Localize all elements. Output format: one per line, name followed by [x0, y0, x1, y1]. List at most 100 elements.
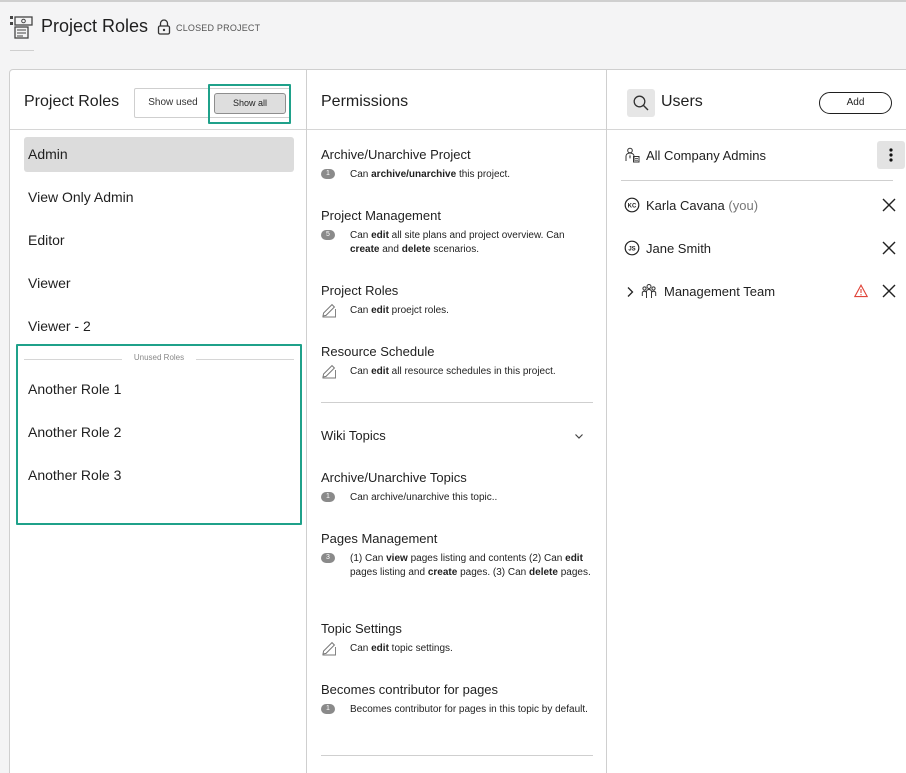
permission-title: Topic Settings	[321, 621, 402, 636]
all-company-admins-label: All Company Admins	[646, 148, 766, 163]
svg-text:KC: KC	[628, 203, 637, 209]
count-badge: 1	[321, 704, 335, 714]
permission-description: 1 Can archive/unarchive this topic..	[321, 491, 593, 505]
role-item-editor[interactable]: Editor	[24, 223, 294, 258]
user-name-text: Karla Cavana	[646, 198, 725, 213]
text-bold: edit	[371, 643, 389, 654]
text: pages.	[557, 567, 591, 578]
user-name: Jane Smith	[646, 241, 712, 256]
permission-title: Pages Management	[321, 531, 438, 546]
remove-user-button[interactable]	[881, 283, 897, 299]
text-bold: create	[427, 567, 458, 578]
count-badge: 5	[321, 230, 335, 240]
permissions-panel: Permissions Archive/Unarchive Project 1 …	[306, 69, 607, 773]
section-divider	[321, 402, 593, 403]
text: proejct roles.	[388, 305, 449, 316]
permission-project-roles: Project Roles Can edit proejct roles.	[321, 283, 593, 318]
role-item-viewer[interactable]: Viewer	[24, 266, 294, 301]
permission-description: Can edit proejct roles.	[321, 303, 593, 318]
permission-description: Can edit topic settings.	[321, 640, 593, 656]
role-item-admin[interactable]: Admin	[24, 137, 294, 172]
users-panel-title: Users	[661, 93, 703, 110]
search-icon	[633, 95, 649, 111]
add-user-button[interactable]: Add	[819, 92, 892, 114]
text-bold: archive/unarchive	[371, 169, 457, 180]
show-all-highlight	[208, 84, 291, 124]
permission-description: 1 Becomes contributor for pages in this …	[321, 703, 593, 717]
text: Can	[350, 305, 372, 316]
permissions-panel-header: Permissions	[307, 70, 606, 130]
role-item-viewer-2[interactable]: Viewer - 2	[24, 309, 294, 344]
close-icon	[882, 284, 896, 298]
wiki-topics-section-title: Wiki Topics	[321, 428, 386, 443]
you-label: (you)	[728, 198, 759, 213]
text: all resource schedules in this project.	[388, 366, 556, 377]
text-bold: edit	[371, 305, 389, 316]
text-bold: delete	[401, 244, 431, 255]
users-panel: Users Add All Company Admins KC Karla Ca…	[606, 69, 906, 773]
permission-pages-management: Pages Management 3 (1) Can view pages li…	[321, 531, 593, 580]
count-badge: 1	[321, 169, 335, 179]
page-header: Project Roles CLOSED PROJECT	[0, 2, 906, 68]
text: pages listing and contents (2) Can	[407, 553, 566, 564]
chevron-right-icon[interactable]	[625, 285, 635, 297]
permission-description: Can edit all resource schedules in this …	[321, 364, 593, 379]
user-row-management-team: Management Team	[621, 277, 896, 305]
permission-project-management: Project Management 5 Can edit all site p…	[321, 208, 593, 257]
permission-title: Project Roles	[321, 283, 399, 298]
permission-topic-settings: Topic Settings Can edit topic settings.	[321, 621, 593, 656]
remove-user-button[interactable]	[881, 197, 897, 213]
all-company-admins-row: All Company Admins	[621, 141, 905, 169]
permission-becomes-contributor: Becomes contributor for pages 1 Becomes …	[321, 682, 593, 717]
search-button[interactable]	[627, 89, 655, 117]
edit-icon	[321, 640, 337, 656]
roles-panel-title: Project Roles	[24, 93, 120, 110]
users-panel-header: Users Add	[607, 70, 906, 130]
text: Can	[350, 230, 372, 241]
svg-text:JS: JS	[628, 246, 635, 252]
text-bold: delete	[529, 567, 558, 578]
more-options-button[interactable]	[877, 141, 905, 169]
close-icon	[882, 198, 896, 212]
chevron-down-icon[interactable]	[573, 429, 585, 441]
user-name: Management Team	[664, 284, 776, 299]
permission-archive-project: Archive/Unarchive Project 1 Can archive/…	[321, 147, 593, 182]
permission-title: Becomes contributor for pages	[321, 682, 499, 697]
permission-description: 1 Can archive/unarchive this project.	[321, 168, 593, 182]
text: pages listing and	[350, 567, 428, 578]
text: (1) Can	[350, 553, 387, 564]
user-row-jane-smith: JS Jane Smith	[621, 234, 896, 262]
permission-resource-schedule: Resource Schedule Can edit all resource …	[321, 344, 593, 379]
text: Can archive/unarchive this topic..	[350, 492, 498, 503]
company-admins-icon	[624, 147, 640, 163]
close-icon	[882, 241, 896, 255]
user-name: Karla Cavana (you)	[646, 198, 758, 213]
text-bold: edit	[371, 366, 389, 377]
permission-archive-topics: Archive/Unarchive Topics 1 Can archive/u…	[321, 470, 593, 505]
count-badge: 1	[321, 492, 335, 502]
lock-icon	[157, 19, 171, 35]
permissions-panel-title: Permissions	[321, 93, 409, 110]
text: all site plans and project overview. Can	[388, 230, 565, 241]
text: Can	[350, 366, 372, 377]
count-badge: 3	[321, 553, 335, 563]
text-bold: create	[350, 244, 380, 255]
text: topic settings.	[388, 643, 453, 654]
avatar: KC	[624, 197, 640, 213]
text: this project.	[456, 169, 511, 180]
role-item-view-only-admin[interactable]: View Only Admin	[24, 180, 294, 215]
user-row-karla-cavana: KC Karla Cavana (you)	[621, 191, 896, 219]
text-bold: edit	[371, 230, 389, 241]
remove-user-button[interactable]	[881, 240, 897, 256]
permission-description: 3 (1) Can view pages listing and content…	[321, 552, 593, 580]
text: Can	[350, 169, 372, 180]
text: Can	[350, 643, 372, 654]
permission-title: Archive/Unarchive Project	[321, 147, 471, 162]
users-divider	[621, 180, 893, 181]
roles-panel: Project Roles Show used Show all Admin V…	[9, 69, 307, 773]
text: Becomes contributor for pages in this to…	[350, 704, 588, 715]
permission-description: 5 Can edit all site plans and project ov…	[321, 229, 593, 257]
icon-underline	[10, 50, 34, 51]
show-used-button[interactable]: Show used	[135, 89, 211, 117]
section-divider	[321, 755, 593, 756]
